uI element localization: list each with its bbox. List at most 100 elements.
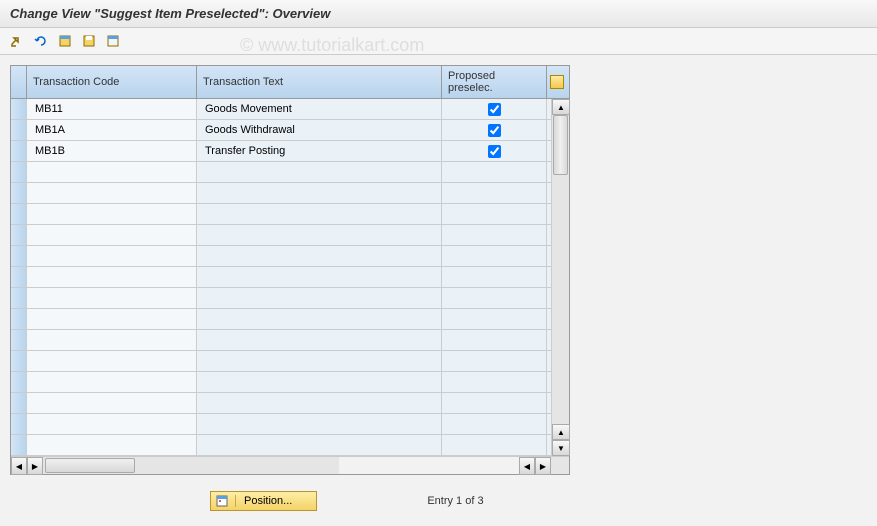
transaction-code-input[interactable] [33,270,190,284]
cell-transaction-text[interactable] [197,99,442,119]
cell-transaction-code[interactable] [27,225,197,245]
cell-transaction-code[interactable] [27,414,197,434]
transaction-text-input[interactable] [203,144,435,158]
column-header-text[interactable]: Transaction Text [197,66,442,98]
transaction-code-input[interactable] [33,396,190,410]
cell-transaction-code[interactable] [27,120,197,140]
transaction-text-input[interactable] [203,249,435,263]
scroll-left-button[interactable]: ▶ [27,457,43,475]
toggle-display-icon[interactable] [8,32,26,50]
row-selector[interactable] [11,330,27,350]
cell-transaction-code[interactable] [27,267,197,287]
vertical-scrollbar[interactable]: ▲ ▲ ▼ [551,99,569,456]
cell-transaction-text[interactable] [197,162,442,182]
transaction-text-input[interactable] [203,291,435,305]
row-selector-header[interactable] [11,66,27,98]
transaction-code-input[interactable] [33,144,190,158]
vscroll-thumb[interactable] [553,115,568,175]
transaction-code-input[interactable] [33,102,190,116]
save-icon[interactable] [80,32,98,50]
cell-transaction-text[interactable] [197,120,442,140]
row-selector[interactable] [11,120,27,140]
cell-transaction-code[interactable] [27,330,197,350]
transaction-code-input[interactable] [33,249,190,263]
transaction-code-input[interactable] [33,186,190,200]
transaction-text-input[interactable] [203,396,435,410]
transaction-code-input[interactable] [33,165,190,179]
scroll-left-first-button[interactable]: ◀ [11,457,27,475]
cell-transaction-text[interactable] [197,309,442,329]
transaction-code-input[interactable] [33,312,190,326]
vscroll-track[interactable] [552,115,569,424]
cell-transaction-code[interactable] [27,393,197,413]
cell-transaction-text[interactable] [197,204,442,224]
select-all-icon[interactable] [56,32,74,50]
cell-transaction-text[interactable] [197,267,442,287]
cell-transaction-code[interactable] [27,183,197,203]
row-selector[interactable] [11,183,27,203]
column-header-proposed[interactable]: Proposed preselec. [442,66,547,98]
position-button[interactable]: Position... [210,491,317,511]
transaction-text-input[interactable] [203,165,435,179]
transaction-text-input[interactable] [203,186,435,200]
transaction-code-input[interactable] [33,438,190,452]
deselect-icon[interactable] [104,32,122,50]
transaction-text-input[interactable] [203,438,435,452]
cell-transaction-code[interactable] [27,204,197,224]
row-selector[interactable] [11,414,27,434]
cell-transaction-code[interactable] [27,351,197,371]
scroll-down-button[interactable]: ▲ [552,424,570,440]
row-selector[interactable] [11,351,27,371]
hscroll-track[interactable] [43,457,339,474]
hscroll-thumb[interactable] [45,458,135,473]
transaction-text-input[interactable] [203,123,435,137]
transaction-text-input[interactable] [203,102,435,116]
row-selector[interactable] [11,99,27,119]
transaction-text-input[interactable] [203,228,435,242]
transaction-code-input[interactable] [33,375,190,389]
column-header-code[interactable]: Transaction Code [27,66,197,98]
transaction-text-input[interactable] [203,417,435,431]
scroll-right-button[interactable]: ◀ [519,457,535,475]
row-selector[interactable] [11,309,27,329]
cell-transaction-code[interactable] [27,288,197,308]
cell-transaction-text[interactable] [197,351,442,371]
cell-transaction-text[interactable] [197,330,442,350]
transaction-code-input[interactable] [33,333,190,347]
transaction-text-input[interactable] [203,207,435,221]
cell-transaction-code[interactable] [27,141,197,161]
cell-transaction-text[interactable] [197,372,442,392]
undo-icon[interactable] [32,32,50,50]
table-config-button[interactable] [547,66,567,98]
proposed-checkbox[interactable] [488,145,501,158]
proposed-checkbox[interactable] [488,124,501,137]
cell-transaction-text[interactable] [197,225,442,245]
transaction-code-input[interactable] [33,123,190,137]
horizontal-scrollbar[interactable]: ◀ ▶ ◀ ▶ [11,456,569,474]
scroll-up-button[interactable]: ▲ [552,99,570,115]
transaction-text-input[interactable] [203,270,435,284]
cell-transaction-code[interactable] [27,246,197,266]
transaction-code-input[interactable] [33,291,190,305]
row-selector[interactable] [11,141,27,161]
cell-transaction-code[interactable] [27,162,197,182]
transaction-text-input[interactable] [203,354,435,368]
row-selector[interactable] [11,372,27,392]
row-selector[interactable] [11,267,27,287]
row-selector[interactable] [11,225,27,245]
cell-transaction-code[interactable] [27,309,197,329]
cell-transaction-text[interactable] [197,246,442,266]
transaction-code-input[interactable] [33,354,190,368]
cell-transaction-text[interactable] [197,288,442,308]
cell-transaction-code[interactable] [27,99,197,119]
transaction-text-input[interactable] [203,312,435,326]
cell-transaction-text[interactable] [197,414,442,434]
row-selector[interactable] [11,393,27,413]
scroll-bottom-button[interactable]: ▼ [552,440,570,456]
cell-transaction-text[interactable] [197,141,442,161]
row-selector[interactable] [11,435,27,455]
transaction-code-input[interactable] [33,417,190,431]
row-selector[interactable] [11,246,27,266]
cell-transaction-text[interactable] [197,183,442,203]
row-selector[interactable] [11,162,27,182]
